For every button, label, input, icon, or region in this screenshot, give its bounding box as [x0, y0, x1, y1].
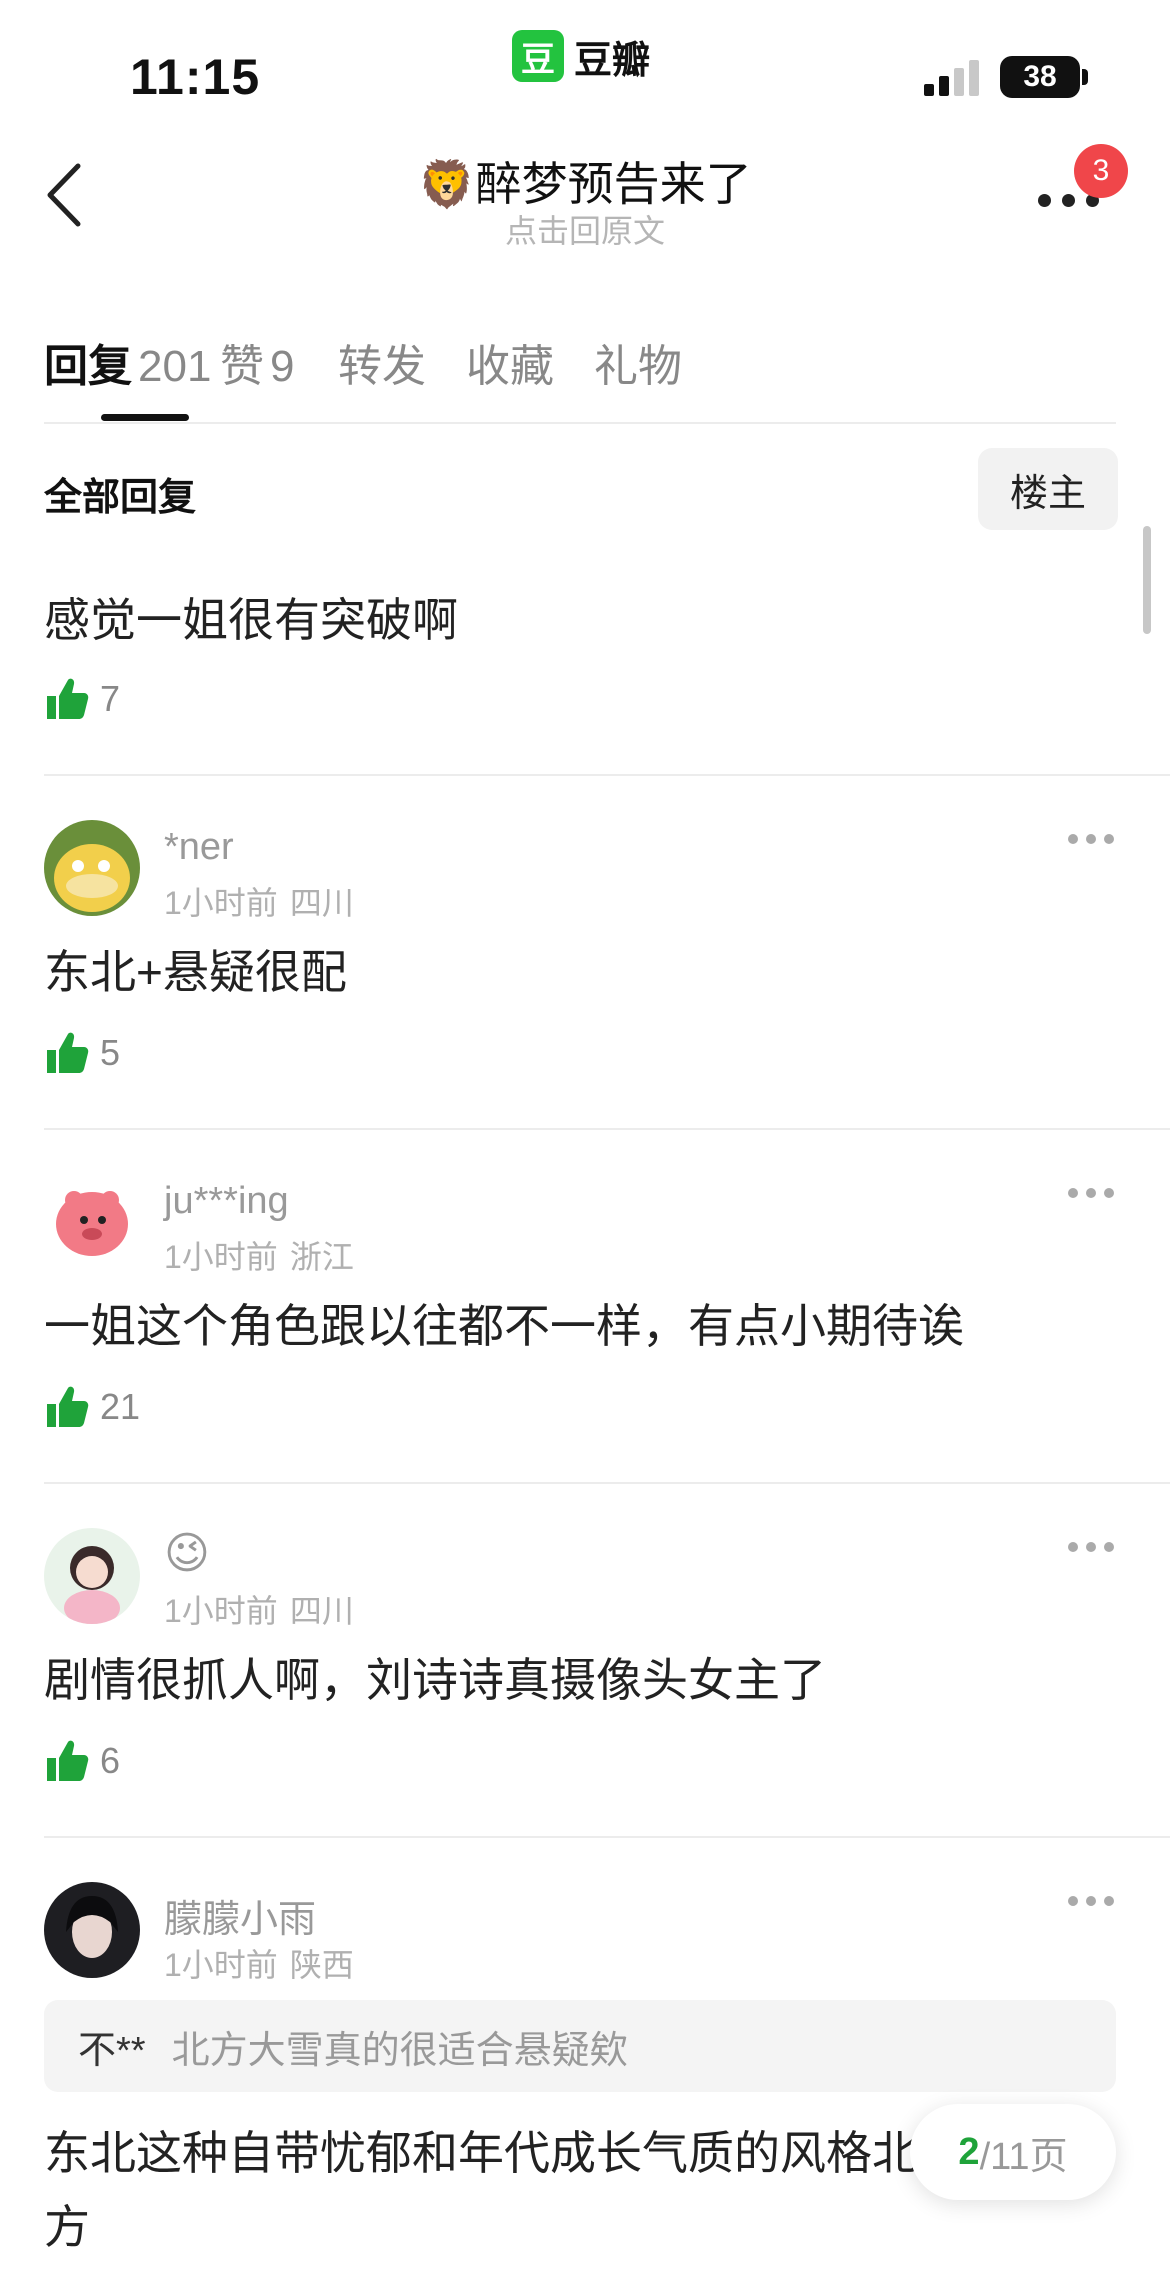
post-title[interactable]: 🦁醉梦预告来了 [0, 148, 1170, 214]
username[interactable]: ju***ing [164, 1180, 289, 1223]
username[interactable]: *ner [164, 826, 234, 869]
active-tab-indicator [101, 414, 189, 421]
thumbs-up-icon [47, 1740, 89, 1781]
tab-replies[interactable]: 回复 201 [44, 330, 211, 394]
tab-label: 回复 [44, 342, 132, 391]
like-count: 7 [100, 678, 121, 719]
comment-divider [44, 1836, 1170, 1838]
avatar[interactable] [44, 1174, 140, 1270]
avatar[interactable] [44, 820, 140, 916]
battery-tip [1082, 69, 1088, 85]
comment-text: 感觉一姐很有突破啊 [44, 594, 458, 646]
tab-label: 收藏 [466, 342, 554, 391]
comment-meta: 1小时前 四川 [164, 1586, 354, 1632]
comment-divider [44, 1128, 1170, 1130]
app-indicator: 豆 豆瓣 [512, 30, 650, 82]
comment-text: 剧情很抓人啊，刘诗诗真摄像头女主了 [44, 1654, 826, 1706]
comment-time: 1小时前 [164, 1947, 278, 1983]
avatar[interactable] [44, 1882, 140, 1978]
quoted-reply[interactable]: 不** 北方大雪真的很适合悬疑欸 [44, 2000, 1116, 2092]
back-to-original-link[interactable]: 点击回原文 [0, 206, 1170, 252]
comment-time: 1小时前 [164, 885, 278, 921]
comment-location: 四川 [289, 1593, 354, 1629]
tab-favorites[interactable]: 收藏 [466, 330, 554, 394]
status-bar: 11:15 豆 豆瓣 38 [0, 0, 1170, 130]
total-pages: /11页 [979, 2135, 1068, 2178]
notification-badge: 3 [1074, 144, 1128, 198]
comment-more-icon[interactable] [1068, 1896, 1114, 1908]
comment-divider [44, 1482, 1170, 1484]
tab-count: 201 [138, 342, 212, 391]
tab-likes[interactable]: 赞9 [220, 330, 294, 394]
username[interactable]: 朦朦小雨 [164, 1888, 316, 1943]
like-count: 5 [100, 1032, 121, 1073]
like-count: 6 [100, 1740, 121, 1781]
comment-more-icon[interactable] [1068, 834, 1114, 846]
tab-label: 赞 [220, 342, 264, 391]
signal-icon [924, 60, 979, 96]
battery-icon: 38 [1000, 56, 1080, 98]
like-button[interactable]: 21 [44, 1384, 140, 1430]
avatar[interactable] [44, 1528, 140, 1624]
app-name: 豆瓣 [574, 39, 651, 82]
comment-meta: 1小时前 陕西 [164, 1940, 354, 1986]
status-time: 11:15 [130, 49, 261, 105]
current-page: 2 [958, 2130, 980, 2173]
quoted-username: 不** [78, 2029, 146, 2072]
comment-meta: 1小时前 四川 [164, 878, 354, 924]
tab-label: 转发 [338, 342, 426, 391]
like-button[interactable]: 6 [44, 1738, 120, 1784]
comment-location: 四川 [289, 885, 354, 921]
tab-reposts[interactable]: 转发 [338, 330, 426, 394]
page-indicator[interactable]: 2/11页 [910, 2104, 1116, 2200]
tab-label: 礼物 [594, 342, 682, 391]
tabs-divider [44, 422, 1116, 424]
quoted-text: 北方大雪真的很适合悬疑欸 [171, 2029, 628, 2072]
tab-bar: 回复 201 赞9 转发 收藏 礼物 [44, 330, 1124, 426]
username[interactable]: 😉 [164, 1528, 210, 1579]
comment-text: 一姐这个角色跟以往都不一样，有点小期待诶 [44, 1300, 964, 1352]
comment-text: 东北+悬疑很配 [44, 946, 347, 998]
comment-time: 1小时前 [164, 1593, 278, 1629]
thumbs-up-icon [47, 678, 89, 719]
scrollbar[interactable] [1143, 526, 1151, 634]
op-only-button[interactable]: 楼主 [978, 448, 1118, 530]
comment-divider [44, 774, 1170, 776]
comment-meta: 1小时前 浙江 [164, 1232, 354, 1278]
comment-more-icon[interactable] [1068, 1188, 1114, 1200]
tab-gifts[interactable]: 礼物 [594, 330, 682, 394]
comment-time: 1小时前 [164, 1239, 278, 1275]
like-count: 21 [100, 1386, 141, 1427]
comment-more-icon[interactable] [1068, 1542, 1114, 1554]
all-replies-label: 全部回复 [44, 477, 197, 519]
like-button[interactable]: 7 [44, 676, 120, 722]
douban-logo-icon: 豆 [512, 30, 564, 82]
tab-count: 9 [270, 342, 295, 391]
comment-location: 浙江 [289, 1239, 354, 1275]
comment-text: 东北这种自带忧郁和年代成长气质的风格北方 [44, 2127, 918, 2253]
thumbs-up-icon [47, 1032, 89, 1073]
like-button[interactable]: 5 [44, 1030, 120, 1076]
comment-location: 陕西 [289, 1947, 354, 1983]
thumbs-up-icon [47, 1386, 89, 1427]
